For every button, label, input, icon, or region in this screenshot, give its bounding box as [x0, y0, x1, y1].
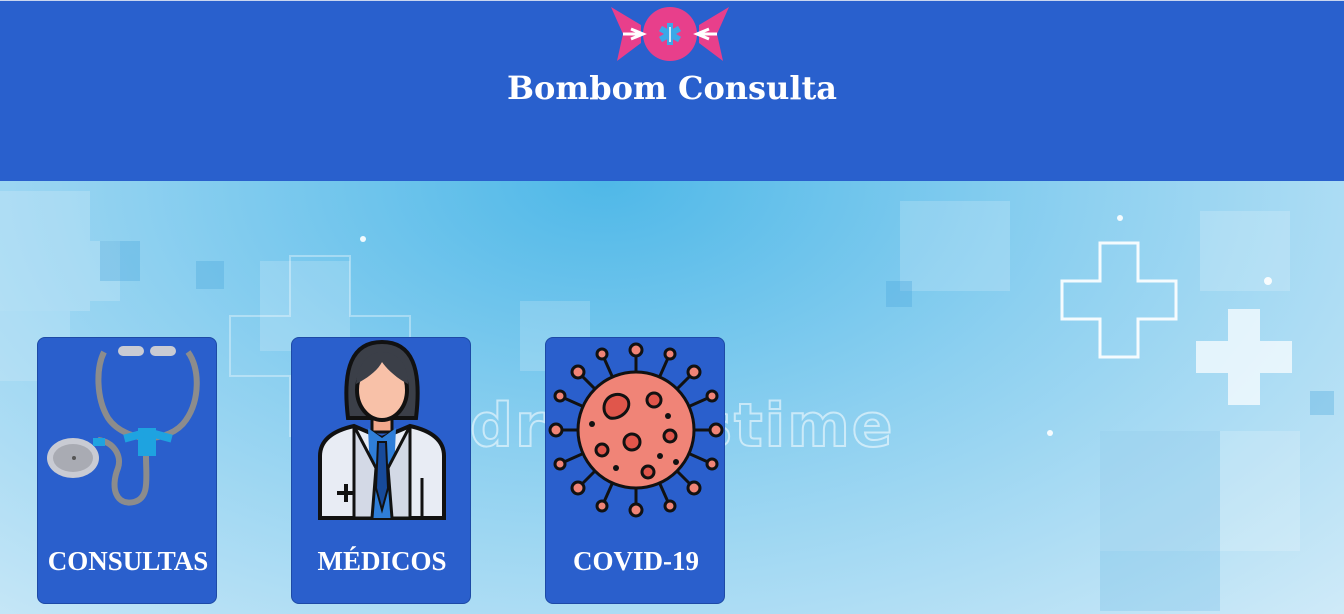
stethoscope-icon	[47, 346, 200, 506]
card-medicos[interactable]: MÉDICOS	[291, 337, 471, 604]
doctor-icon	[318, 339, 446, 520]
card-label-covid: COVID-19	[573, 546, 699, 576]
card-label-consultas: CONSULTAS	[47, 546, 209, 576]
card-covid[interactable]: COVID-19	[545, 337, 725, 604]
card-consultas[interactable]: CONSULTAS	[37, 337, 217, 604]
site-header: Bombom Consulta	[0, 0, 1344, 181]
brand-title: Bombom Consulta	[507, 69, 837, 107]
candy-logo-icon[interactable]	[609, 3, 731, 65]
card-label-medicos: MÉDICOS	[317, 546, 447, 576]
virus-icon	[548, 342, 724, 518]
